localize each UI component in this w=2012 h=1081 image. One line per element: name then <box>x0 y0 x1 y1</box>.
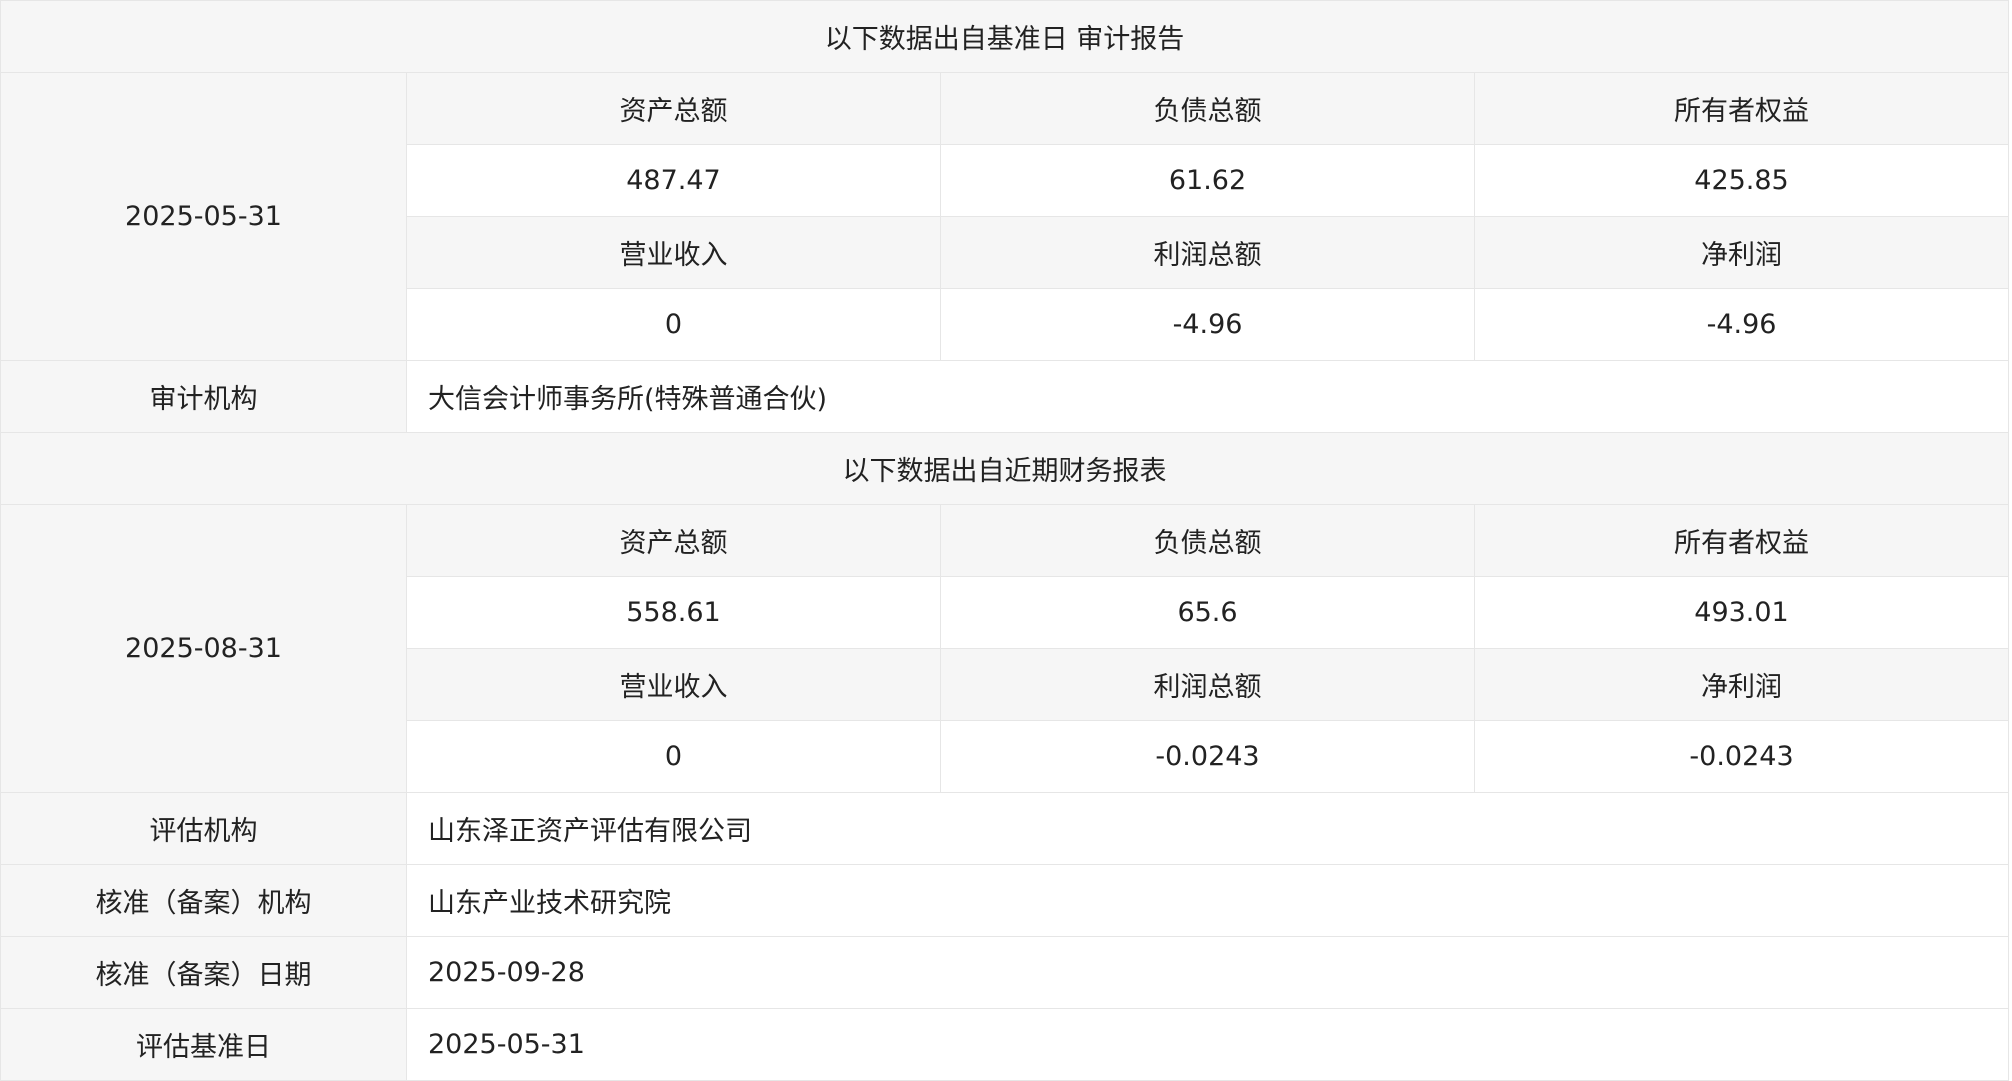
total-profit-label: 利润总额 <box>940 648 1475 721</box>
section-title: 以下数据出自基准日 审计报告 <box>0 0 2010 73</box>
total-profit-value: -4.96 <box>940 288 1475 361</box>
total-liabilities-label: 负债总额 <box>940 504 1475 577</box>
net-profit-value: -0.0243 <box>1473 720 2010 793</box>
report-date: 2025-05-31 <box>0 72 407 361</box>
financial-data-table: 以下数据出自基准日 审计报告 2025-05-31 资产总额 负债总额 所有者权… <box>0 0 2010 1081</box>
total-assets-label: 资产总额 <box>406 72 941 145</box>
report-date: 2025-08-31 <box>0 504 407 793</box>
approval-org-value: 山东产业技术研究院 <box>405 864 2010 937</box>
total-liabilities-label: 负债总额 <box>940 72 1475 145</box>
valuation-base-date-label: 评估基准日 <box>0 1008 407 1081</box>
revenue-label: 营业收入 <box>406 216 941 289</box>
owners-equity-label: 所有者权益 <box>1473 504 2010 577</box>
approval-date-value: 2025-09-28 <box>405 936 2010 1009</box>
total-assets-value: 487.47 <box>406 144 941 217</box>
appraisal-org-value: 山东泽正资产评估有限公司 <box>405 792 2010 865</box>
net-profit-label: 净利润 <box>1473 216 2010 289</box>
info-row: 评估机构 山东泽正资产评估有限公司 <box>0 792 2010 865</box>
revenue-value: 0 <box>406 288 941 361</box>
net-profit-label: 净利润 <box>1473 648 2010 721</box>
owners-equity-value: 493.01 <box>1473 576 2010 649</box>
info-row: 评估基准日 2025-05-31 <box>0 1008 2010 1081</box>
total-profit-label: 利润总额 <box>940 216 1475 289</box>
approval-date-label: 核准（备案）日期 <box>0 936 407 1009</box>
info-row: 核准（备案）机构 山东产业技术研究院 <box>0 864 2010 937</box>
info-row: 审计机构 大信会计师事务所(特殊普通合伙) <box>0 360 2010 433</box>
net-profit-value: -4.96 <box>1473 288 2010 361</box>
audit-org-label: 审计机构 <box>0 360 407 433</box>
revenue-value: 0 <box>406 720 941 793</box>
section-title-row: 以下数据出自近期财务报表 <box>0 432 2010 505</box>
valuation-base-date-value: 2025-05-31 <box>405 1008 2010 1081</box>
info-row: 核准（备案）日期 2025-09-28 <box>0 936 2010 1009</box>
section-title-row: 以下数据出自基准日 审计报告 <box>0 0 2010 73</box>
owners-equity-label: 所有者权益 <box>1473 72 2010 145</box>
approval-org-label: 核准（备案）机构 <box>0 864 407 937</box>
total-liabilities-value: 61.62 <box>940 144 1475 217</box>
metric-header-row: 2025-05-31 资产总额 负债总额 所有者权益 <box>0 72 2010 361</box>
section-title: 以下数据出自近期财务报表 <box>0 432 2010 505</box>
audit-org-value: 大信会计师事务所(特殊普通合伙) <box>405 360 2010 433</box>
total-assets-value: 558.61 <box>406 576 941 649</box>
total-profit-value: -0.0243 <box>940 720 1475 793</box>
total-liabilities-value: 65.6 <box>940 576 1475 649</box>
metric-header-row: 2025-08-31 资产总额 负债总额 所有者权益 <box>0 504 2010 793</box>
owners-equity-value: 425.85 <box>1473 144 2010 217</box>
revenue-label: 营业收入 <box>406 648 941 721</box>
total-assets-label: 资产总额 <box>406 504 941 577</box>
appraisal-org-label: 评估机构 <box>0 792 407 865</box>
